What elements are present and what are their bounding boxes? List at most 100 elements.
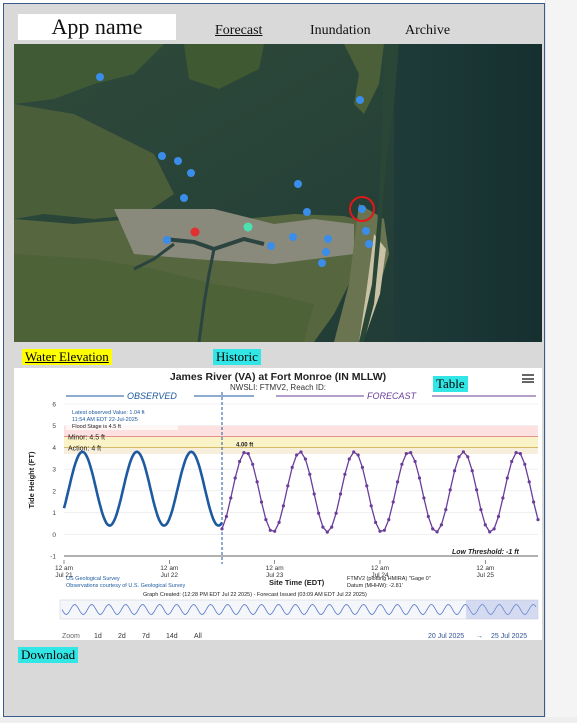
latest-time-line: 11:54 AM EDT 22-Jul-2025 — [72, 417, 138, 423]
forecast-series — [221, 450, 539, 534]
forecast-point — [374, 520, 378, 524]
map-pin-icon[interactable] — [324, 235, 332, 243]
map-pin-icon[interactable] — [174, 157, 182, 165]
y-tick-label: 1 — [52, 510, 56, 517]
forecast-point — [255, 480, 259, 484]
map-pin-icon[interactable] — [294, 180, 302, 188]
map-pin-icon[interactable] — [365, 240, 373, 248]
map-pin-icon[interactable] — [267, 242, 275, 250]
nav-inundation[interactable]: Inundation — [310, 23, 371, 39]
forecast-point — [312, 492, 316, 496]
zoom-button-1d[interactable]: 1d — [94, 633, 102, 640]
zoom-button-7d[interactable]: 7d — [142, 633, 150, 640]
forecast-point — [439, 523, 443, 527]
graph-created-text: Graph Created: (12:28 PM EDT Jul 22 2025… — [143, 592, 367, 598]
map-pin-icon[interactable] — [303, 208, 311, 216]
y-tick-label: 4 — [52, 445, 56, 452]
map-pin-icon[interactable] — [96, 73, 104, 81]
map-pin-icon[interactable] — [190, 227, 200, 237]
map-pin-icon[interactable] — [187, 169, 195, 177]
forecast-point — [457, 455, 461, 459]
ftm-line-1: FTMV2 (plotting HMIRA) "Gage 0" — [347, 576, 431, 582]
forecast-point — [391, 500, 395, 504]
map-pin-icon[interactable] — [356, 96, 364, 104]
forecast-point — [268, 528, 272, 532]
latest-value-line: Latest observed Value: 1.04 ft — [72, 410, 145, 416]
forecast-point — [475, 488, 479, 492]
credit-line-1: US Geological Survey — [66, 576, 120, 582]
forecast-point — [220, 527, 224, 531]
zoom-button-2d[interactable]: 2d — [118, 633, 126, 640]
forecast-point — [290, 465, 294, 469]
y-axis-label: Tide Height (FT) — [27, 451, 36, 508]
y-tick-label: 2 — [52, 488, 56, 495]
forecast-point — [382, 528, 386, 532]
map-pin-icon[interactable] — [358, 205, 366, 213]
y-tick-label: -1 — [50, 554, 56, 561]
nav-archive[interactable]: Archive — [405, 23, 450, 39]
ftm-line-2: Datum (MHHW): -2.81' — [347, 583, 403, 589]
forecast-point — [496, 514, 501, 519]
navigator-selection[interactable] — [466, 600, 538, 619]
x-tick-time: 12 am — [371, 565, 389, 572]
forecast-point — [246, 452, 250, 456]
forecast-point — [224, 514, 228, 519]
peak-label: 4.00 ft — [236, 443, 253, 449]
map-pin-icon[interactable] — [322, 248, 330, 256]
forecast-label: FORECAST — [367, 391, 418, 401]
map-pin-icon[interactable] — [243, 222, 253, 232]
forecast-point — [259, 500, 264, 504]
water-elevation-tab[interactable]: Water Elevation — [22, 349, 112, 365]
range-to[interactable]: 25 Jul 2025 — [491, 633, 527, 640]
forecast-point — [483, 523, 487, 527]
app-name: App name — [18, 14, 176, 40]
forecast-point — [343, 472, 347, 476]
historic-tab[interactable]: Historic — [213, 349, 261, 365]
range-from[interactable]: 20 Jul 2025 — [428, 633, 464, 640]
forecast-point — [295, 453, 299, 457]
y-tick-label: 3 — [52, 467, 56, 474]
forecast-point — [365, 484, 369, 488]
map-pin-icon[interactable] — [180, 194, 188, 202]
download-button[interactable]: Download — [18, 647, 79, 663]
hydrograph-chart: James River (VA) at Fort Monroe (IN MLLW… — [14, 368, 542, 640]
forecast-point — [413, 459, 417, 464]
low-threshold-label: Low Threshold: -1 ft — [452, 549, 520, 556]
forecast-point — [444, 508, 448, 512]
forecast-point — [360, 465, 364, 469]
map-pin-icon[interactable] — [289, 233, 297, 241]
forecast-point — [510, 459, 514, 464]
forecast-point — [330, 525, 334, 529]
map-pin-icon[interactable] — [163, 236, 171, 244]
forecast-point — [347, 457, 351, 461]
forecast-point — [527, 480, 531, 484]
forecast-point — [242, 451, 246, 455]
forecast-point — [479, 508, 483, 512]
nav-forecast[interactable]: Forecast — [215, 23, 262, 39]
forecast-point — [264, 518, 268, 522]
forecast-point — [461, 450, 465, 454]
forecast-point — [321, 525, 325, 529]
zoom-button-All[interactable]: All — [194, 633, 202, 640]
x-tick-time: 12 am — [476, 565, 494, 572]
map-pin-icon[interactable] — [158, 152, 166, 160]
forecast-point — [308, 472, 312, 476]
forecast-point — [501, 496, 505, 500]
forecast-point — [532, 500, 536, 504]
observed-label: OBSERVED — [127, 391, 177, 401]
x-axis-label: Site Time (EDT) — [269, 578, 325, 587]
satellite-map[interactable] — [14, 44, 542, 342]
forecast-point — [317, 511, 321, 515]
x-tick-time: 12 am — [160, 565, 178, 572]
map-canvas[interactable] — [14, 44, 542, 342]
credit-line-2: Observations courtesy of U.S. Geological… — [66, 583, 185, 589]
forecast-point — [505, 476, 509, 480]
zoom-buttons: Zoom 1d 2d 7d 14d All — [62, 633, 202, 640]
x-tick-date: Jul 25 — [477, 572, 495, 579]
map-pin-icon[interactable] — [362, 227, 370, 235]
y-tick-label: 5 — [52, 423, 56, 430]
forecast-point — [417, 476, 422, 480]
forecast-point — [233, 476, 237, 480]
map-pin-icon[interactable] — [318, 259, 326, 267]
zoom-button-14d[interactable]: 14d — [166, 633, 178, 640]
